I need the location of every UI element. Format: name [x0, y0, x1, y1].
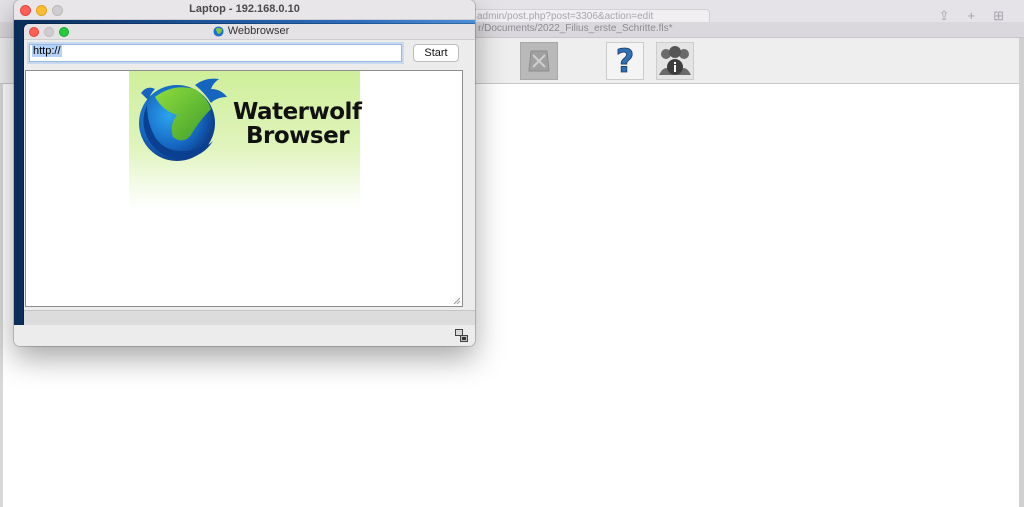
waterwolf-logo-icon [213, 25, 224, 37]
webbrowser-scrollbar[interactable] [24, 310, 475, 325]
webbrowser-title-wrap: Webbrowser [24, 25, 475, 37]
info-button[interactable] [656, 42, 694, 80]
help-button[interactable]: ? [606, 42, 644, 80]
bg-right-scrollbar[interactable] [1019, 38, 1024, 507]
webbrowser-titlebar[interactable]: Webbrowser [24, 24, 475, 40]
hub-icon [528, 50, 550, 72]
webbrowser-content: Waterwolf Browser [25, 70, 463, 307]
svg-text:?: ? [616, 44, 635, 78]
waterwolf-logo-banner: Waterwolf Browser [129, 71, 362, 211]
bg-app-title: r/Documents/2022_Filius_erste_Schritte.f… [478, 23, 673, 34]
screen: admin/post.php?post=3306&action=edit ⇪ +… [0, 0, 1024, 507]
help-icon: ? [615, 44, 635, 78]
content-resize-grip-icon[interactable] [453, 297, 461, 305]
laptop-title: Laptop - 192.168.0.10 [189, 3, 300, 15]
waterwolf-globe-logo [139, 78, 227, 161]
info-icon [659, 46, 691, 75]
webbrowser-window: Webbrowser http:// Start Waterwolf Brows… [24, 24, 475, 325]
url-input[interactable]: http:// [29, 44, 402, 62]
start-button[interactable]: Start [413, 44, 459, 62]
bg-left-edge [0, 84, 3, 507]
laptop-window: Laptop - 192.168.0.10 Webbrowser http://… [14, 0, 475, 346]
webbrowser-title: Webbrowser [227, 25, 290, 37]
laptop-statusbar [14, 325, 475, 346]
logo-text-line2: Browser [246, 123, 350, 149]
network-status-icon[interactable] [455, 329, 468, 342]
hub-tool-button[interactable] [520, 42, 558, 80]
url-input-value: http:// [32, 45, 62, 57]
laptop-titlebar[interactable]: Laptop - 192.168.0.10 [14, 0, 475, 20]
logo-text-line1: Waterwolf [233, 99, 362, 125]
